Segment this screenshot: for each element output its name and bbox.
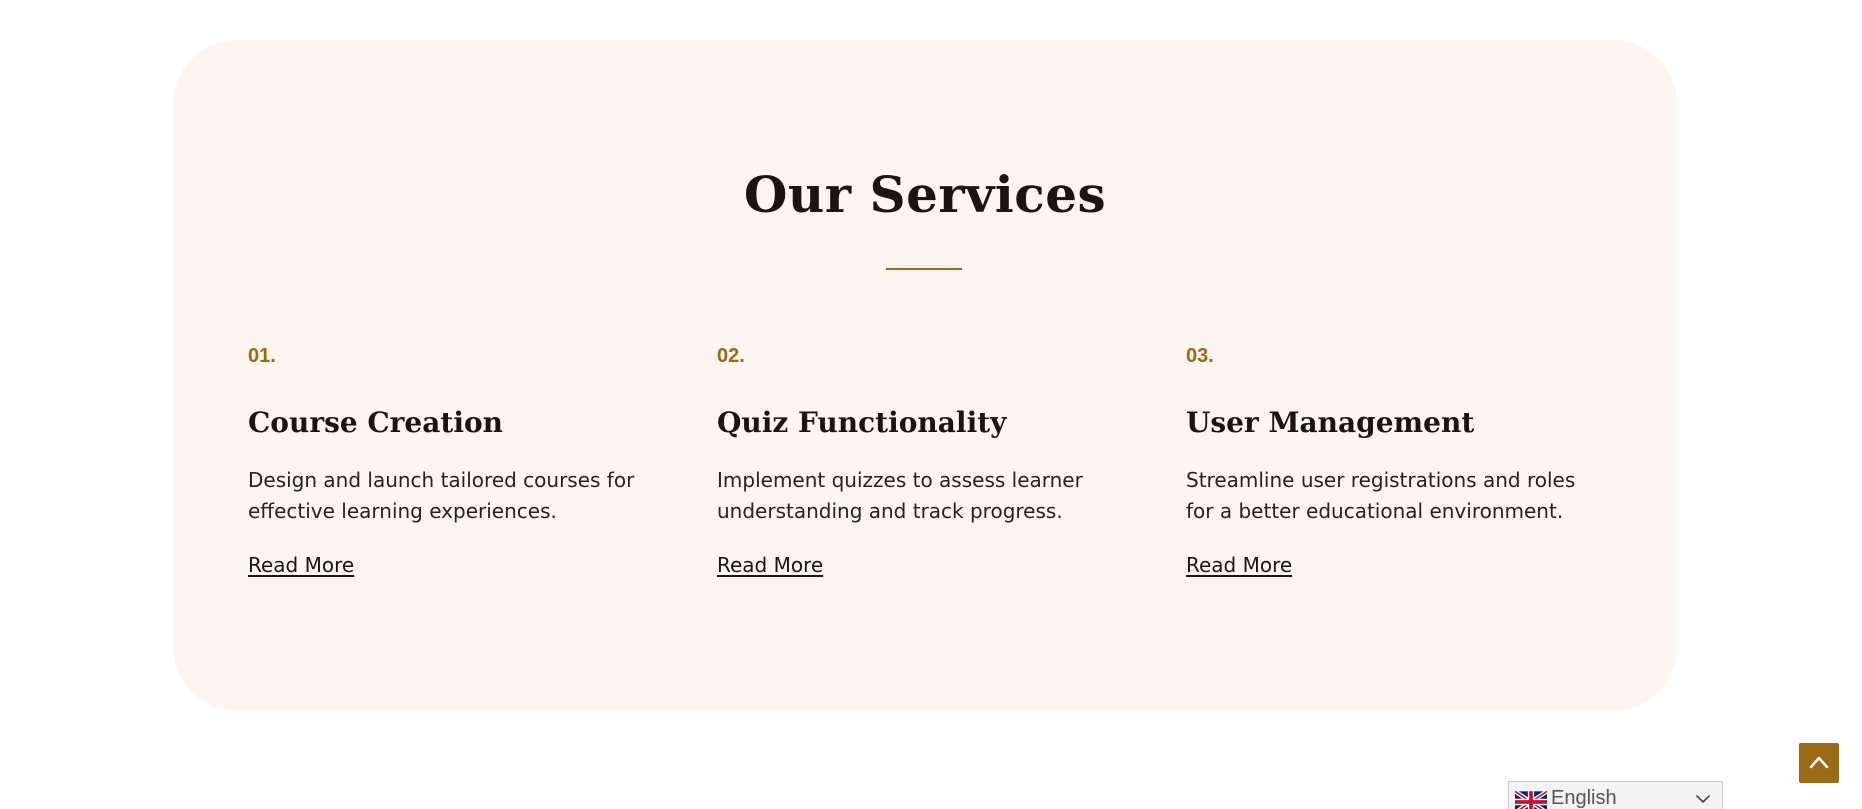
service-card-course-creation: 01. Course Creation Design and launch ta…: [248, 344, 668, 577]
service-description: Streamline user registrations and roles …: [1186, 468, 1576, 523]
service-number: 01.: [248, 345, 276, 367]
language-selector[interactable]: English: [1508, 781, 1723, 809]
language-label: English: [1551, 787, 1617, 809]
service-number: 02.: [717, 345, 745, 367]
chevron-up-icon: [1809, 756, 1829, 769]
service-card-quiz-functionality: 02. Quiz Functionality Implement quizzes…: [717, 344, 1137, 577]
service-card-user-management: 03. User Management Streamline user regi…: [1186, 344, 1606, 577]
service-number: 03.: [1186, 345, 1214, 367]
service-title: Course Creation: [248, 406, 503, 439]
service-title: Quiz Functionality: [717, 406, 1007, 439]
read-more-link[interactable]: Read More: [1186, 553, 1292, 577]
page: Our Services 01. Course Creation Design …: [0, 0, 1862, 809]
services-section: Our Services 01. Course Creation Design …: [173, 40, 1677, 711]
section-title: Our Services: [743, 165, 1107, 224]
scroll-to-top-button[interactable]: [1799, 743, 1839, 783]
uk-flag-icon: [1515, 790, 1547, 809]
chevron-down-icon: [1696, 795, 1710, 803]
service-description: Implement quizzes to assess learner unde…: [717, 468, 1083, 523]
service-description: Design and launch tailored courses for e…: [248, 468, 635, 523]
title-divider: [886, 268, 962, 270]
service-title: User Management: [1186, 406, 1475, 439]
read-more-link[interactable]: Read More: [717, 553, 823, 577]
read-more-link[interactable]: Read More: [248, 553, 354, 577]
